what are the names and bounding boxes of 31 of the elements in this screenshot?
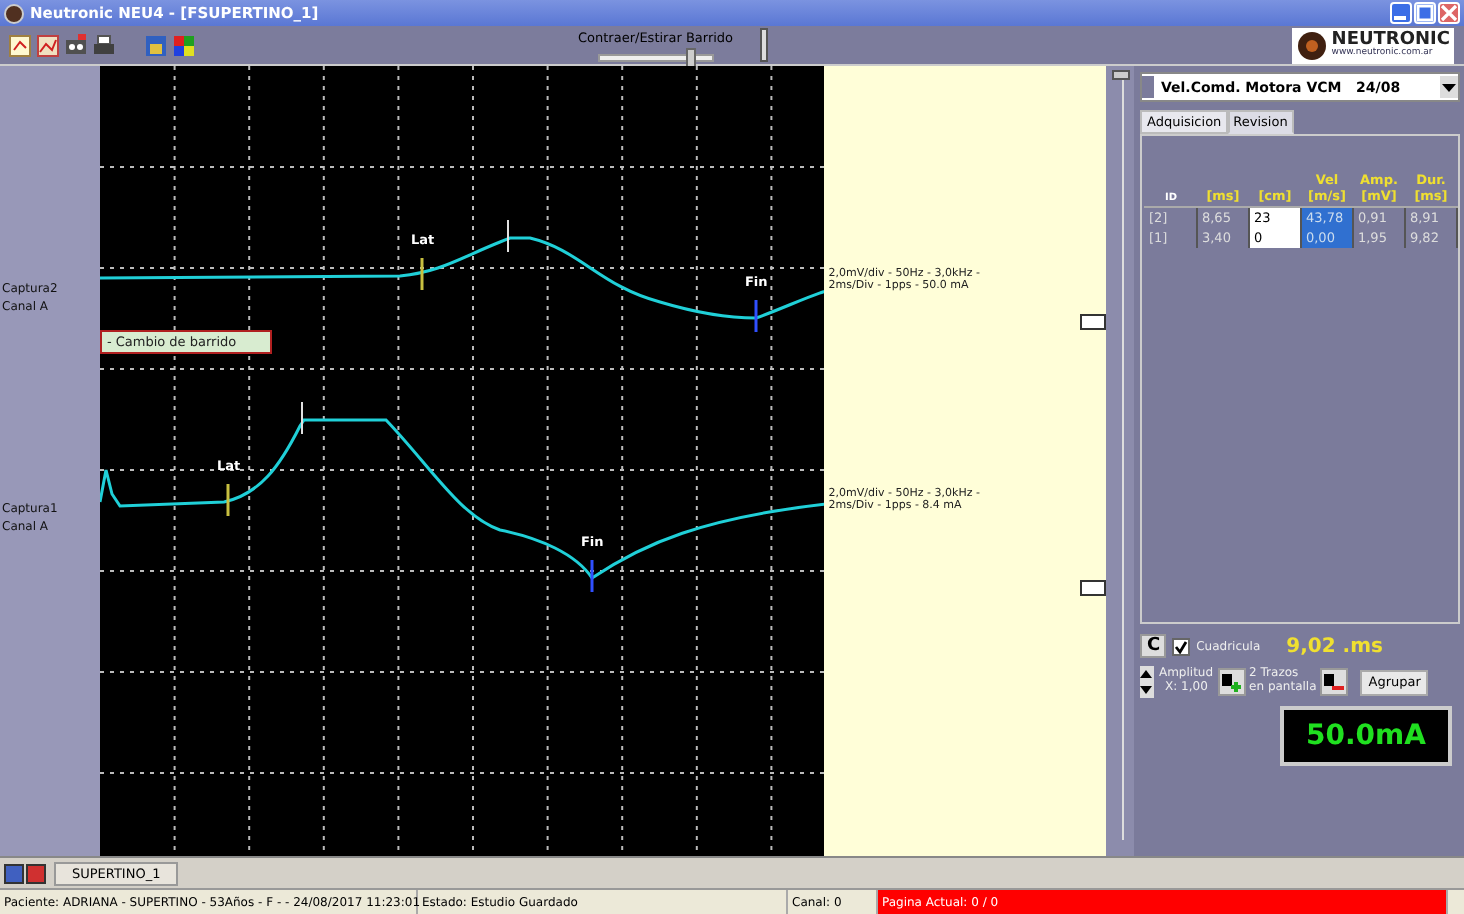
marker-line bbox=[421, 258, 425, 290]
minimize-button[interactable] bbox=[1390, 2, 1412, 24]
add-trace-icon[interactable] bbox=[1217, 668, 1246, 696]
current-display: 50.0mA bbox=[1279, 706, 1452, 766]
marker-line bbox=[755, 300, 759, 332]
maximize-button[interactable] bbox=[1414, 2, 1436, 24]
marker-line bbox=[507, 219, 510, 253]
restore-icon[interactable] bbox=[4, 863, 24, 883]
marker-line bbox=[227, 484, 231, 516]
remove-trace-icon[interactable] bbox=[1320, 668, 1349, 696]
marker-line bbox=[301, 401, 304, 435]
maximize-icon bbox=[1416, 4, 1434, 22]
grid-checkbox[interactable] bbox=[1172, 637, 1191, 655]
zoom-handle-icon[interactable] bbox=[1079, 314, 1106, 330]
document-icon[interactable] bbox=[6, 32, 32, 58]
zoom-handle-icon[interactable] bbox=[1079, 580, 1106, 596]
sweep-slider[interactable] bbox=[597, 53, 714, 61]
printer-icon[interactable] bbox=[90, 32, 116, 58]
close-icon bbox=[1440, 4, 1458, 22]
time-readout: 9,02 .ms bbox=[1286, 635, 1383, 657]
image-icon[interactable] bbox=[142, 32, 168, 58]
clear-button[interactable]: C bbox=[1140, 634, 1167, 658]
chart-icon[interactable] bbox=[34, 32, 60, 58]
close-button[interactable] bbox=[1438, 2, 1460, 24]
close-icon[interactable] bbox=[26, 863, 46, 883]
amplitude-spinner[interactable] bbox=[1140, 666, 1155, 698]
color-grid-icon[interactable] bbox=[170, 32, 196, 58]
slider-thumb[interactable] bbox=[685, 47, 696, 67]
pin-icon[interactable] bbox=[1111, 70, 1130, 80]
marker-line bbox=[591, 560, 595, 592]
recorder-icon[interactable] bbox=[62, 32, 88, 58]
